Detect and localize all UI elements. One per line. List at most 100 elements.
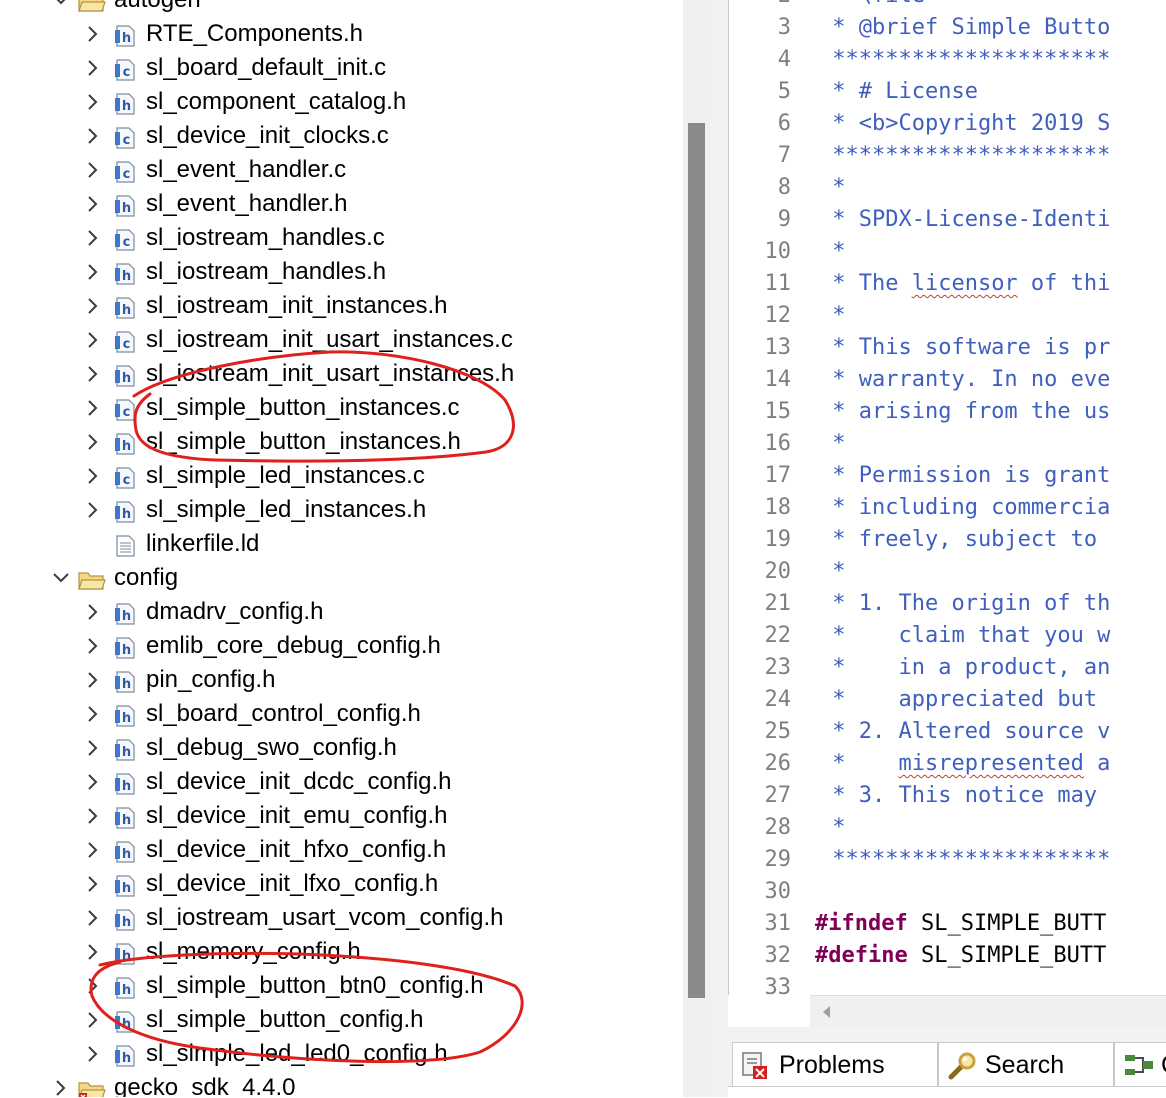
chevron-right-icon[interactable]: [82, 901, 104, 935]
tree-file-sl-iostream-init-usart-instances-h[interactable]: h sl_iostream_init_usart_instances.h: [0, 357, 680, 391]
tree-file-sl-device-init-hfxo-config-h[interactable]: h sl_device_init_hfxo_config.h: [0, 833, 680, 867]
tab-problems[interactable]: Problems: [732, 1042, 938, 1086]
chevron-right-icon[interactable]: [82, 425, 104, 459]
chevron-right-icon[interactable]: [82, 765, 104, 799]
chevron-right-icon[interactable]: [82, 493, 104, 527]
tree-file-sl-event-handler-h[interactable]: h sl_event_handler.h: [0, 187, 680, 221]
chevron-right-icon[interactable]: [82, 17, 104, 51]
tree-file-sl-event-handler-c[interactable]: c sl_event_handler.c: [0, 153, 680, 187]
scroll-left-arrow-icon[interactable]: [820, 1004, 834, 1020]
tree-file-pin-config-h[interactable]: h pin_config.h: [0, 663, 680, 697]
tree-file-sl-component-catalog-h[interactable]: h sl_component_catalog.h: [0, 85, 680, 119]
code-line[interactable]: 5 * # License: [729, 76, 1166, 108]
chevron-right-icon[interactable]: [82, 697, 104, 731]
chevron-right-icon[interactable]: [82, 799, 104, 833]
explorer-scrollbar-thumb[interactable]: [688, 123, 705, 998]
chevron-right-icon[interactable]: [82, 323, 104, 357]
explorer-vertical-scrollbar[interactable]: [683, 0, 710, 1097]
tab-search[interactable]: Search: [938, 1042, 1114, 1086]
chevron-right-icon[interactable]: [82, 1003, 104, 1037]
chevron-right-icon[interactable]: [82, 289, 104, 323]
code-line[interactable]: 29 *********************: [729, 844, 1166, 876]
tree-file-sl-iostream-handles-h[interactable]: h sl_iostream_handles.h: [0, 255, 680, 289]
tree-file-emlib-core-debug-config-h[interactable]: h emlib_core_debug_config.h: [0, 629, 680, 663]
code-line[interactable]: 22 * claim that you w: [729, 620, 1166, 652]
tree-file-sl-simple-led-led0-config-h[interactable]: h sl_simple_led_led0_config.h: [0, 1037, 680, 1071]
chevron-right-icon[interactable]: [50, 1071, 72, 1097]
code-line[interactable]: 11 * The licensor of thi: [729, 268, 1166, 300]
tree-file-sl-memory-config-h[interactable]: h sl_memory_config.h: [0, 935, 680, 969]
code-line[interactable]: 28 *: [729, 812, 1166, 844]
tree-file-sl-device-init-clocks-c[interactable]: c sl_device_init_clocks.c: [0, 119, 680, 153]
chevron-down-icon[interactable]: [50, 0, 72, 17]
code-line[interactable]: 20 *: [729, 556, 1166, 588]
tree-folder-gecko-sdk-4-4-0[interactable]: gecko_sdk_4.4.0: [0, 1071, 680, 1097]
panel-sash[interactable]: [710, 0, 728, 1097]
chevron-right-icon[interactable]: [82, 731, 104, 765]
code-line[interactable]: 26 * misrepresented a: [729, 748, 1166, 780]
chevron-right-icon[interactable]: [82, 629, 104, 663]
chevron-right-icon[interactable]: [82, 663, 104, 697]
code-line[interactable]: 10 *: [729, 236, 1166, 268]
code-line[interactable]: 3 * @brief Simple Butto: [729, 12, 1166, 44]
code-line[interactable]: 7 *********************: [729, 140, 1166, 172]
chevron-right-icon[interactable]: [82, 357, 104, 391]
code-editor[interactable]: 2 * \file3 * @brief Simple Butto4 ******…: [728, 0, 1166, 995]
code-line[interactable]: 18 * including commercia: [729, 492, 1166, 524]
code-line[interactable]: 9 * SPDX-License-Identi: [729, 204, 1166, 236]
code-line[interactable]: 17 * Permission is grant: [729, 460, 1166, 492]
code-line[interactable]: 2 * \file: [729, 0, 1166, 12]
code-line[interactable]: 24 * appreciated but: [729, 684, 1166, 716]
tree-file-dmadrv-config-h[interactable]: h dmadrv_config.h: [0, 595, 680, 629]
chevron-right-icon[interactable]: [82, 867, 104, 901]
chevron-right-icon[interactable]: [82, 833, 104, 867]
code-line[interactable]: 4 *********************: [729, 44, 1166, 76]
tree-file-sl-simple-button-instances-h[interactable]: h sl_simple_button_instances.h: [0, 425, 680, 459]
tree-folder-autogen[interactable]: autogen: [0, 0, 680, 17]
tree-file-sl-simple-button-instances-c[interactable]: c sl_simple_button_instances.c: [0, 391, 680, 425]
code-line[interactable]: 23 * in a product, an: [729, 652, 1166, 684]
tab-console[interactable]: C: [1114, 1042, 1166, 1086]
tree-file-sl-device-init-emu-config-h[interactable]: h sl_device_init_emu_config.h: [0, 799, 680, 833]
code-line[interactable]: 30: [729, 876, 1166, 908]
chevron-right-icon[interactable]: [82, 595, 104, 629]
tree-file-sl-iostream-usart-vcom-config-h[interactable]: h sl_iostream_usart_vcom_config.h: [0, 901, 680, 935]
code-line[interactable]: 27 * 3. This notice may: [729, 780, 1166, 812]
code-line[interactable]: 16 *: [729, 428, 1166, 460]
code-line[interactable]: 21 * 1. The origin of th: [729, 588, 1166, 620]
code-line[interactable]: 19 * freely, subject to: [729, 524, 1166, 556]
tree-file-sl-debug-swo-config-h[interactable]: h sl_debug_swo_config.h: [0, 731, 680, 765]
code-line[interactable]: 6 * <b>Copyright 2019 S: [729, 108, 1166, 140]
code-line[interactable]: 15 * arising from the us: [729, 396, 1166, 428]
code-line[interactable]: 14 * warranty. In no eve: [729, 364, 1166, 396]
code-line[interactable]: 31 #ifndef SL_SIMPLE_BUTT: [729, 908, 1166, 940]
tree-file-sl-iostream-init-instances-h[interactable]: h sl_iostream_init_instances.h: [0, 289, 680, 323]
tree-file-sl-iostream-init-usart-instances-c[interactable]: c sl_iostream_init_usart_instances.c: [0, 323, 680, 357]
chevron-right-icon[interactable]: [82, 221, 104, 255]
tree-file-sl-simple-button-config-h[interactable]: h sl_simple_button_config.h: [0, 1003, 680, 1037]
chevron-right-icon[interactable]: [82, 391, 104, 425]
tree-file-linkerfile-ld[interactable]: linkerfile.ld: [0, 527, 680, 561]
tree-file-sl-device-init-dcdc-config-h[interactable]: h sl_device_init_dcdc_config.h: [0, 765, 680, 799]
chevron-down-icon[interactable]: [50, 561, 72, 595]
code-line[interactable]: 8 *: [729, 172, 1166, 204]
tree-file-sl-simple-button-btn0-config-h[interactable]: h sl_simple_button_btn0_config.h: [0, 969, 680, 1003]
tree-folder-config[interactable]: config: [0, 561, 680, 595]
code-line[interactable]: 12 *: [729, 300, 1166, 332]
tree-file-sl-device-init-lfxo-config-h[interactable]: h sl_device_init_lfxo_config.h: [0, 867, 680, 901]
tree-file-sl-board-default-init-c[interactable]: c sl_board_default_init.c: [0, 51, 680, 85]
chevron-right-icon[interactable]: [82, 51, 104, 85]
tree-file-sl-iostream-handles-c[interactable]: c sl_iostream_handles.c: [0, 221, 680, 255]
code-line[interactable]: 32 #define SL_SIMPLE_BUTT: [729, 940, 1166, 972]
chevron-right-icon[interactable]: [82, 459, 104, 493]
code-line[interactable]: 33: [729, 972, 1166, 995]
tree-file-sl-simple-led-instances-c[interactable]: c sl_simple_led_instances.c: [0, 459, 680, 493]
chevron-right-icon[interactable]: [82, 187, 104, 221]
code-line[interactable]: 25 * 2. Altered source v: [729, 716, 1166, 748]
chevron-right-icon[interactable]: [82, 153, 104, 187]
code-line[interactable]: 13 * This software is pr: [729, 332, 1166, 364]
chevron-right-icon[interactable]: [82, 85, 104, 119]
chevron-right-icon[interactable]: [82, 255, 104, 289]
tree-file-rte-components-h[interactable]: h RTE_Components.h: [0, 17, 680, 51]
chevron-right-icon[interactable]: [82, 935, 104, 969]
